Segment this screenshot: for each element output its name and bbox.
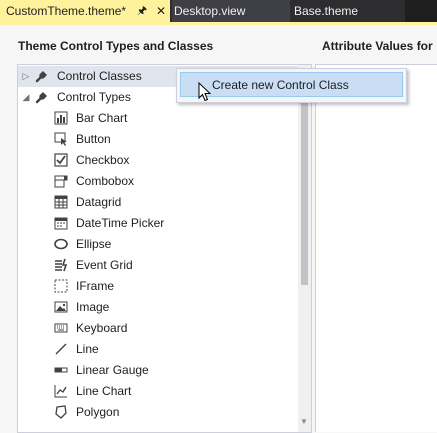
tree-item-iframe[interactable]: IFrame xyxy=(18,276,298,297)
datetime-picker-icon xyxy=(54,217,68,230)
tree-vertical-scrollbar[interactable]: ▲ ▼ xyxy=(298,65,311,432)
document-tab-strip: CustomTheme.theme* 🖈 ✕ Desktop.view Base… xyxy=(0,0,437,22)
tree-item-label: Keyboard xyxy=(76,321,128,335)
control-types-heading: Theme Control Types and Classes xyxy=(18,39,214,53)
event-grid-icon xyxy=(55,258,68,272)
tree-item-label: Control Classes xyxy=(57,69,142,83)
mouse-pointer-icon xyxy=(198,82,212,102)
tree-item-label: Combobox xyxy=(76,174,135,188)
button-icon xyxy=(54,132,67,146)
combobox-icon xyxy=(54,175,68,188)
wrench-icon xyxy=(35,71,47,83)
checkbox-icon xyxy=(54,153,68,167)
tree-item-label: Line Chart xyxy=(76,384,132,398)
tree-item-label: DateTime Picker xyxy=(76,216,165,230)
close-icon[interactable]: ✕ xyxy=(156,0,166,22)
tab-strip-overflow xyxy=(405,0,437,22)
line-icon xyxy=(55,343,67,355)
linear-gauge-icon xyxy=(54,367,68,373)
menu-item-label: Create new Control Class xyxy=(212,78,349,92)
tree-item-label: Line xyxy=(76,342,99,356)
bar-chart-icon xyxy=(54,111,68,125)
tree-item-bar-chart[interactable]: Bar Chart xyxy=(18,108,298,129)
tab-label: Desktop.view xyxy=(174,4,246,18)
create-new-control-class-menu-item[interactable]: Create new Control Class xyxy=(180,72,403,97)
tree-item-event-grid[interactable]: Event Grid xyxy=(18,255,298,276)
tab-base-theme[interactable]: Base.theme xyxy=(293,0,405,22)
datagrid-icon xyxy=(54,195,68,209)
expand-arrow-icon[interactable]: ▷ xyxy=(21,66,31,87)
tree-item-datagrid[interactable]: Datagrid xyxy=(18,192,298,213)
tab-customtheme[interactable]: CustomTheme.theme* 🖈 ✕ xyxy=(0,0,170,22)
tree-item-ellipse[interactable]: Ellipse xyxy=(18,234,298,255)
tree-item-label: Ellipse xyxy=(76,237,112,251)
tree-item-label: Datagrid xyxy=(76,195,122,209)
tree-item-keyboard[interactable]: Keyboard xyxy=(18,318,298,339)
tab-label: Base.theme xyxy=(294,4,359,18)
tree-item-label: Event Grid xyxy=(76,258,133,272)
tree-item-checkbox[interactable]: Checkbox xyxy=(18,150,298,171)
scroll-down-arrow-icon[interactable]: ▼ xyxy=(300,417,308,426)
attribute-values-panel[interactable] xyxy=(315,64,437,432)
pin-icon[interactable]: 🖈 xyxy=(137,0,147,22)
tree-item-label: Control Types xyxy=(57,90,131,104)
tree-item-label: Linear Gauge xyxy=(76,363,149,377)
tree-item-line-chart[interactable]: Line Chart xyxy=(18,381,298,402)
tab-desktop-view[interactable]: Desktop.view xyxy=(172,0,290,22)
keyboard-icon xyxy=(54,323,68,333)
tree-item-polygon[interactable]: Polygon xyxy=(18,402,298,423)
tree-item-label: Bar Chart xyxy=(76,111,128,125)
attribute-values-heading: Attribute Values for xyxy=(322,39,433,53)
tree-item-label: Polygon xyxy=(76,405,120,419)
tree-item-label: Button xyxy=(76,132,111,146)
line-chart-icon xyxy=(54,385,67,398)
tab-label: CustomTheme.theme* xyxy=(6,4,127,18)
image-icon xyxy=(54,301,68,313)
tree-item-datetime-picker[interactable]: DateTime Picker xyxy=(18,213,298,234)
tree-item-combobox[interactable]: Combobox xyxy=(18,171,298,192)
control-types-tree[interactable]: ▷ Control Classes ◢ Control Types Bar Ch… xyxy=(17,64,312,433)
iframe-icon xyxy=(54,279,68,293)
polygon-icon xyxy=(55,405,67,419)
wrench-icon xyxy=(35,92,47,104)
tree-item-image[interactable]: Image xyxy=(18,297,298,318)
ellipse-icon xyxy=(54,238,68,250)
tree-item-label: Image xyxy=(76,300,110,314)
scrollbar-thumb[interactable] xyxy=(301,79,308,285)
tree-item-line[interactable]: Line xyxy=(18,339,298,360)
collapse-arrow-icon[interactable]: ◢ xyxy=(21,87,31,108)
tree-item-label: IFrame xyxy=(76,279,115,293)
tree-item-button[interactable]: Button xyxy=(18,129,298,150)
tree-item-linear-gauge[interactable]: Linear Gauge xyxy=(18,360,298,381)
tree-item-label: Checkbox xyxy=(76,153,130,167)
